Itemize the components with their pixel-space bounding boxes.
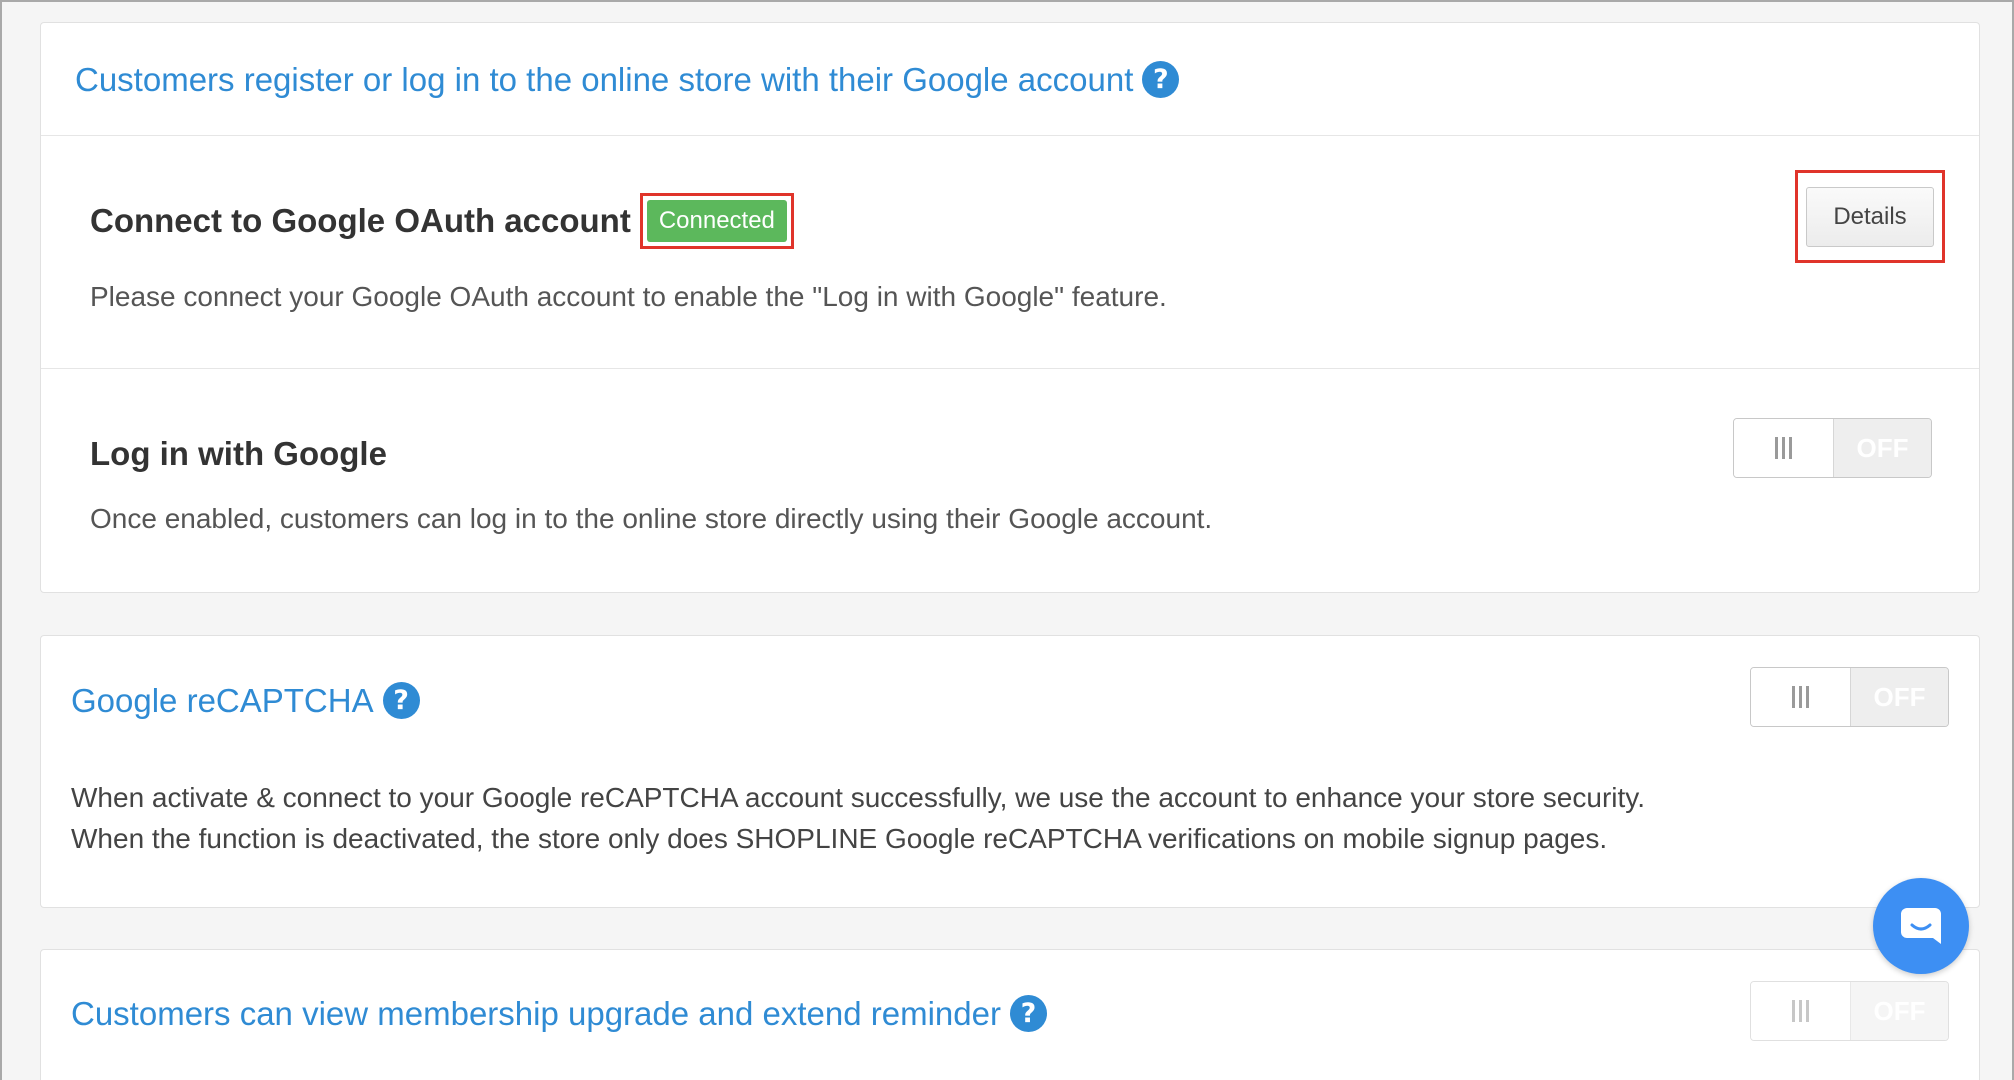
recaptcha-description-line2: When the function is deactivated, the st… bbox=[71, 823, 1608, 854]
recaptcha-description-line1: When activate & connect to your Google r… bbox=[71, 782, 1645, 813]
grip-icon bbox=[1775, 437, 1792, 459]
details-button[interactable]: Details bbox=[1806, 186, 1934, 247]
login-with-google-heading: Log in with Google bbox=[90, 435, 387, 472]
membership-toggle[interactable]: OFF bbox=[1750, 981, 1949, 1041]
login-with-google-title-row: Log in with Google bbox=[90, 435, 387, 473]
badge-highlight: Connected bbox=[639, 193, 794, 249]
status-badge: Connected bbox=[646, 200, 787, 242]
question-circle-icon[interactable]: ? bbox=[1009, 995, 1047, 1032]
grip-icon bbox=[1792, 686, 1809, 708]
toggle-off-label: OFF bbox=[1834, 419, 1931, 477]
membership-header: Customers can view membership upgrade an… bbox=[71, 995, 1047, 1032]
membership-title-link[interactable]: Customers can view membership upgrade an… bbox=[71, 997, 1001, 1030]
login-with-google-section: Log in with Google Once enabled, custome… bbox=[41, 369, 1979, 592]
toggle-knob bbox=[1734, 419, 1834, 477]
recaptcha-description: When activate & connect to your Google r… bbox=[71, 777, 1645, 859]
oauth-section: Connect to Google OAuth account Connecte… bbox=[41, 136, 1979, 369]
question-circle-icon[interactable]: ? bbox=[382, 682, 420, 719]
recaptcha-header: Google reCAPTCHA ? bbox=[71, 682, 420, 719]
oauth-heading: Connect to Google OAuth account bbox=[90, 202, 631, 239]
google-account-title-link[interactable]: Customers register or log in to the onli… bbox=[75, 63, 1133, 96]
google-account-card: Customers register or log in to the onli… bbox=[40, 22, 1980, 593]
question-circle-icon[interactable]: ? bbox=[1142, 60, 1180, 98]
recaptcha-card: Google reCAPTCHA ? OFF When activate & c… bbox=[40, 635, 1980, 908]
card-header: Customers register or log in to the onli… bbox=[41, 23, 1979, 136]
login-with-google-toggle[interactable]: OFF bbox=[1733, 418, 1932, 478]
login-with-google-description: Once enabled, customers can log in to th… bbox=[90, 503, 1213, 534]
toggle-knob bbox=[1751, 982, 1851, 1040]
chat-bubble-icon bbox=[1901, 908, 1941, 944]
grip-icon bbox=[1792, 1000, 1809, 1022]
toggle-knob bbox=[1751, 668, 1851, 726]
chat-widget-button[interactable] bbox=[1873, 878, 1969, 974]
toggle-off-label: OFF bbox=[1851, 982, 1948, 1040]
recaptcha-title-link[interactable]: Google reCAPTCHA bbox=[71, 684, 374, 717]
oauth-title-row: Connect to Google OAuth account Connecte… bbox=[90, 193, 794, 249]
membership-card: Customers can view membership upgrade an… bbox=[40, 949, 1980, 1080]
page-frame: Customers register or log in to the onli… bbox=[0, 0, 2014, 1080]
toggle-off-label: OFF bbox=[1851, 668, 1948, 726]
details-highlight: Details bbox=[1795, 170, 1945, 263]
recaptcha-toggle[interactable]: OFF bbox=[1750, 667, 1949, 727]
oauth-description: Please connect your Google OAuth account… bbox=[90, 281, 1167, 312]
